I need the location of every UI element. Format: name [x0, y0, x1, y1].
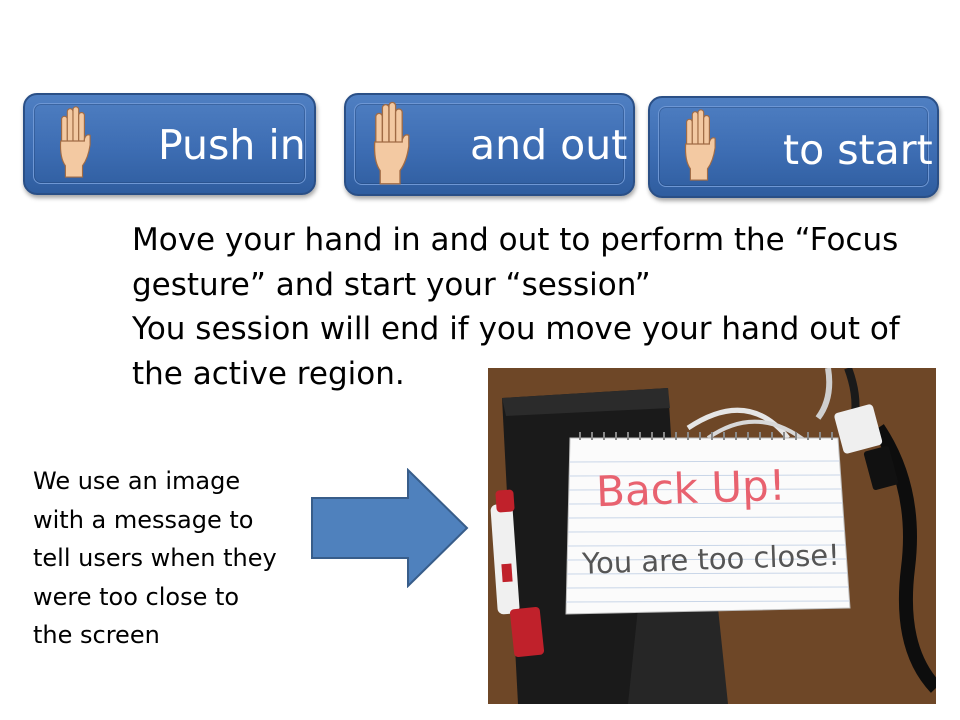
notepad: Back Up! You are too close!	[565, 432, 851, 615]
raised-hand-icon	[373, 101, 410, 185]
raised-hand-icon	[684, 109, 716, 181]
to-start-button[interactable]: to start	[648, 96, 939, 198]
main-text-line: Move your hand in and out to perform the…	[132, 222, 899, 258]
push-in-button[interactable]: Push in	[23, 93, 316, 195]
side-text-line: the screen	[33, 621, 160, 649]
side-text-line: with a message to	[33, 505, 254, 534]
back-up-sign-photo: Back Up! You are too close!	[488, 368, 936, 704]
side-text-line: We use an image	[33, 467, 241, 495]
button-label: and out	[470, 121, 628, 169]
button-label: Push in	[158, 121, 306, 169]
and-out-button[interactable]: and out	[344, 93, 635, 196]
main-text-line: gesture” and start your “session”	[132, 266, 651, 303]
side-text-line: tell users when they	[33, 544, 277, 572]
raised-hand-icon	[59, 106, 91, 178]
side-text-line: were too close to	[33, 582, 240, 611]
button-label: to start	[783, 126, 933, 174]
main-text-line: You session will end if you move your ha…	[132, 311, 900, 347]
right-arrow-icon	[311, 468, 469, 588]
sign-title: Back Up!	[595, 461, 786, 517]
side-caption: We use an image with a message to tell u…	[33, 462, 323, 655]
